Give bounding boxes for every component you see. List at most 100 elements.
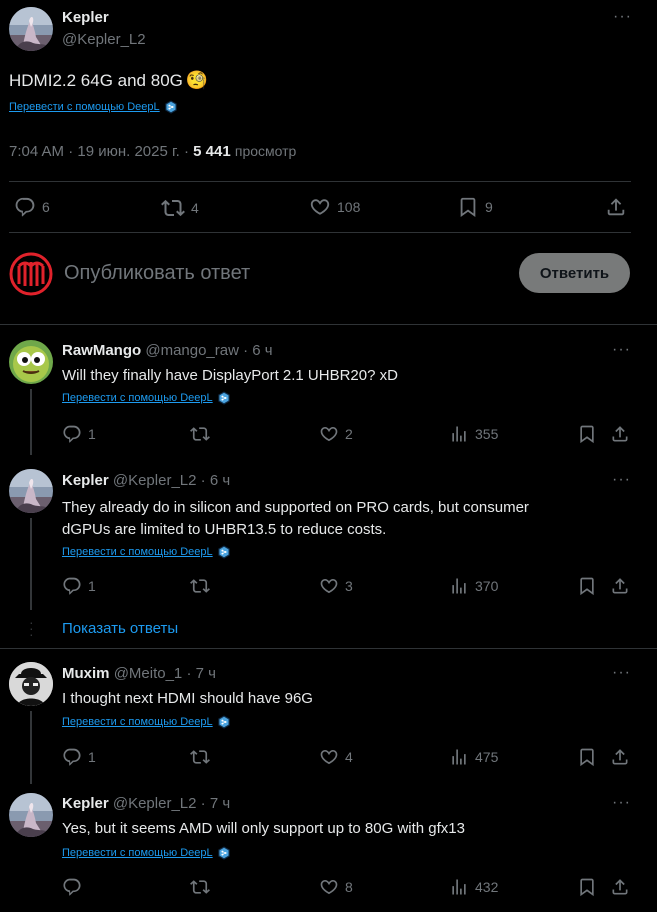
reply-author-handle[interactable]: @Kepler_L2 [113,795,197,812]
reply-time[interactable]: · 7 ч [186,665,216,682]
repost-button[interactable] [190,424,216,444]
translate-link[interactable]: Перевести с помощью DeepL [62,391,231,405]
reply-icon [62,877,82,897]
share-button[interactable] [605,196,627,218]
reply-time[interactable]: · 7 ч [201,795,231,812]
repost-button[interactable]: 4 [161,196,199,220]
views-count: 370 [475,578,499,594]
translate-label: Перевести с помощью DeepL [62,847,213,859]
more-options-icon[interactable]: ··· [612,794,631,812]
divider [0,324,657,325]
brand-logo-icon [9,252,53,296]
thread-dots: · · · [29,614,34,642]
share-icon [610,877,630,897]
author-handle[interactable]: @Kepler_L2 [62,31,146,48]
reply-avatar[interactable] [9,469,53,513]
views-button[interactable]: 370 [449,576,498,596]
reply-author-handle[interactable]: @mango_raw [145,342,239,359]
like-count: 2 [345,426,353,442]
reply-icon [14,196,36,218]
reply-author-handle[interactable]: @Kepler_L2 [113,472,197,489]
reply-icon [62,424,82,444]
reply-author-name[interactable]: Muxim [62,665,110,682]
reply-count: 1 [88,749,96,765]
like-button[interactable]: 3 [319,576,353,596]
like-button[interactable]: 8 [319,877,353,897]
translate-link[interactable]: Перевести с помощью DeepL [62,545,231,559]
show-replies-link[interactable]: Показать ответы [62,620,178,637]
deepl-icon [164,100,178,114]
reply-avatar[interactable] [9,793,53,837]
more-options-icon[interactable]: ··· [613,8,632,26]
reply-button[interactable]: 1 [62,576,96,596]
author-name[interactable]: Kepler [62,9,109,26]
bookmark-icon [457,196,479,218]
repost-button[interactable] [190,576,216,596]
bookmark-button[interactable] [577,747,597,767]
reply-submit-button[interactable]: Ответить [519,253,630,293]
reply-text: Will they finally have DisplayPort 2.1 U… [62,367,398,384]
like-count: 8 [345,879,353,895]
repost-icon [190,877,210,897]
like-button[interactable]: 108 [309,196,360,218]
share-button[interactable] [610,424,630,444]
reply-time[interactable]: · 6 ч [201,472,231,489]
deepl-icon [217,545,231,559]
like-count: 108 [337,199,361,215]
avatar-image [9,793,53,837]
reply-author-name[interactable]: RawMango [62,342,141,359]
avatar-image [9,340,53,384]
reply-button[interactable]: 1 [62,424,96,444]
translate-link[interactable]: Перевести с помощью DeepL [62,715,231,729]
bookmark-icon [577,424,597,444]
repost-button[interactable] [190,747,216,767]
reply-text: I thought next HDMI should have 96G [62,690,313,707]
translate-link[interactable]: Перевести с помощью DeepL [9,100,178,114]
post-text-content: HDMI2.2 64G and 80G [9,70,183,90]
like-button[interactable]: 2 [319,424,353,444]
bookmark-button[interactable] [577,576,597,596]
reply-count: 1 [88,578,96,594]
share-button[interactable] [610,576,630,596]
author-avatar[interactable] [9,7,53,51]
reply-author-handle[interactable]: @Meito_1 [114,665,183,682]
heart-icon [319,576,339,596]
reply-button[interactable]: 6 [14,196,50,218]
reply-avatar[interactable] [9,340,53,384]
bookmark-button[interactable] [577,877,597,897]
share-icon [610,424,630,444]
translate-link[interactable]: Перевести с помощью DeepL [62,846,231,860]
thread-line [30,711,32,784]
heart-icon [319,877,339,897]
reply-button[interactable] [62,877,88,897]
views-button[interactable]: 475 [449,747,498,767]
my-avatar[interactable] [9,252,53,296]
more-options-icon[interactable]: ··· [612,471,631,489]
post-timestamp[interactable]: 7:04 AM · 19 июн. 2025 г. · [9,143,193,160]
views-button[interactable]: 355 [449,424,498,444]
reply-time[interactable]: · 6 ч [243,342,273,359]
repost-icon [190,424,210,444]
reply-avatar[interactable] [9,662,53,706]
reply-input[interactable]: Опубликовать ответ [64,262,250,285]
reply-text-line: dGPUs are limited to UHBR13.5 to reduce … [62,521,387,538]
repost-button[interactable] [190,877,216,897]
more-options-icon[interactable]: ··· [612,664,631,682]
divider [9,232,631,233]
views-button[interactable]: 432 [449,877,498,897]
bookmark-button[interactable] [577,424,597,444]
reply-count: 6 [42,199,50,215]
reply-author-name[interactable]: Kepler [62,472,109,489]
reply-author-name[interactable]: Kepler [62,795,109,812]
share-button[interactable] [610,747,630,767]
reply-button[interactable]: 1 [62,747,96,767]
share-button[interactable] [610,877,630,897]
like-button[interactable]: 4 [319,747,353,767]
bookmark-button[interactable]: 9 [457,196,493,218]
thread-line [30,389,32,455]
more-options-icon[interactable]: ··· [612,341,631,359]
repost-count: 4 [191,200,199,216]
divider [0,648,657,649]
divider [9,181,631,182]
repost-icon [190,747,210,767]
